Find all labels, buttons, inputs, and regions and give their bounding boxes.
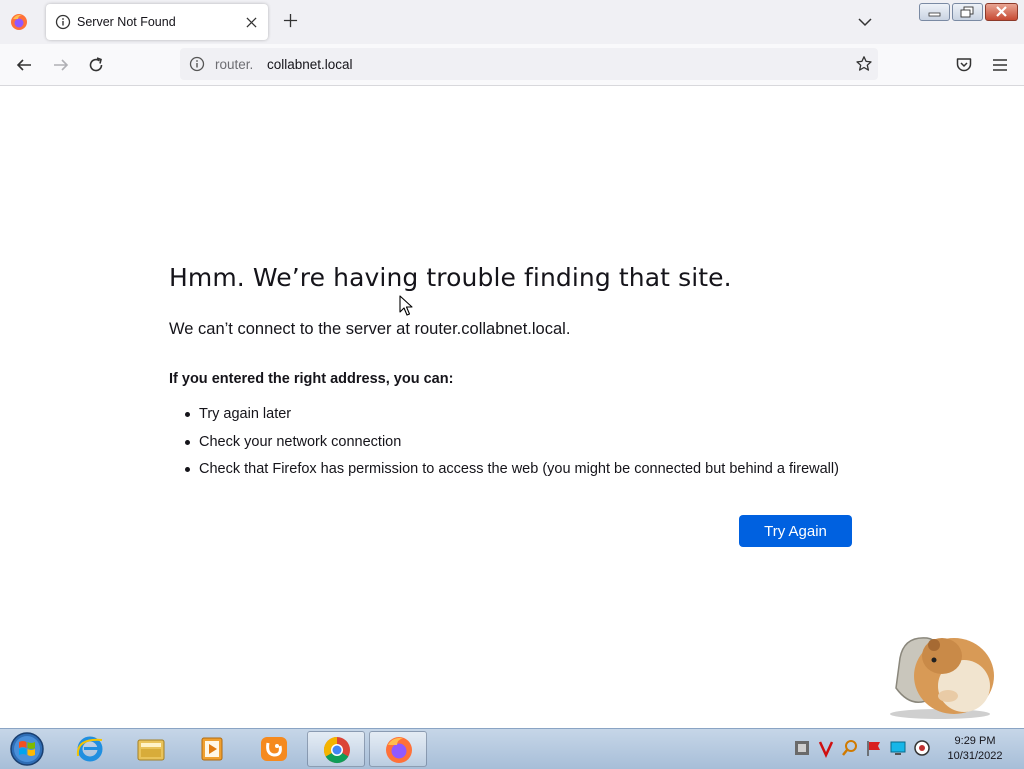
pocket-icon[interactable] [954, 55, 974, 75]
taskbar: 9:29 PM 10/31/2022 [0, 728, 1024, 769]
error-description: We can’t connect to the server at router… [169, 320, 571, 338]
network-tray-icon[interactable] [792, 738, 812, 758]
uc-browser-icon [261, 737, 287, 761]
taskbar-firefox[interactable] [369, 731, 427, 767]
hamster-mascot-icon [890, 637, 994, 719]
taskbar-media-player[interactable] [183, 731, 241, 767]
window-controls [919, 3, 1018, 21]
taskbar-clock[interactable]: 9:29 PM 10/31/2022 [940, 734, 1010, 764]
flag-tray-icon[interactable] [864, 738, 884, 758]
new-tab-button[interactable] [280, 12, 300, 32]
media-player-icon [201, 737, 223, 761]
error-title: Hmm. We’re having trouble finding that s… [169, 263, 732, 292]
suggestions-heading: If you entered the right address, you ca… [169, 371, 454, 387]
tab-title: Server Not Found [77, 15, 176, 29]
info-icon [55, 14, 71, 30]
taskbar-uc-browser[interactable] [245, 731, 303, 767]
url-bar[interactable]: router. collabnet.local [180, 48, 878, 80]
v-tray-icon[interactable] [816, 738, 836, 758]
menu-icon[interactable] [990, 55, 1010, 75]
mouse-cursor-icon [399, 295, 413, 316]
volume-tray-icon[interactable] [912, 738, 932, 758]
plus-icon [283, 13, 297, 28]
navigation-bar: router. collabnet.local [0, 44, 1024, 86]
close-window-button[interactable] [985, 3, 1018, 21]
site-info-icon[interactable] [189, 56, 205, 72]
firefox-icon[interactable] [10, 13, 28, 31]
clock-date: 10/31/2022 [947, 750, 1003, 762]
reload-icon[interactable] [86, 55, 106, 75]
internet-explorer-icon [76, 736, 103, 762]
taskbar-internet-explorer[interactable] [61, 731, 119, 767]
suggestions-list: Try again later Check your network conne… [169, 404, 839, 487]
clock-time: 9:29 PM [954, 735, 996, 747]
forward-icon[interactable] [51, 55, 71, 75]
tab-strip: Server Not Found [0, 0, 1024, 44]
taskbar-file-explorer[interactable] [122, 731, 180, 767]
display-tray-icon[interactable] [888, 738, 908, 758]
restore-button[interactable] [952, 3, 983, 21]
start-button[interactable] [7, 731, 47, 767]
file-explorer-icon [137, 739, 165, 761]
minimize-button[interactable] [919, 3, 950, 21]
bookmark-star-icon[interactable] [855, 55, 873, 73]
taskbar-chrome[interactable] [307, 731, 365, 767]
chevron-down-icon[interactable] [855, 12, 875, 32]
url-host-prefix: router. [215, 57, 254, 72]
list-item: Check your network connection [169, 432, 839, 460]
url-host-domain: collabnet.local [267, 57, 353, 72]
tab-server-not-found[interactable]: Server Not Found [46, 4, 268, 40]
list-item: Check that Firefox has permission to acc… [169, 459, 839, 487]
chrome-icon [323, 736, 350, 764]
system-tray [792, 738, 932, 758]
try-again-button[interactable]: Try Again [739, 515, 852, 547]
close-tab-icon[interactable] [242, 13, 260, 31]
magnifier-tray-icon[interactable] [840, 738, 860, 758]
firefox-icon [386, 737, 412, 763]
list-item: Try again later [169, 404, 839, 432]
back-icon[interactable] [14, 55, 34, 75]
